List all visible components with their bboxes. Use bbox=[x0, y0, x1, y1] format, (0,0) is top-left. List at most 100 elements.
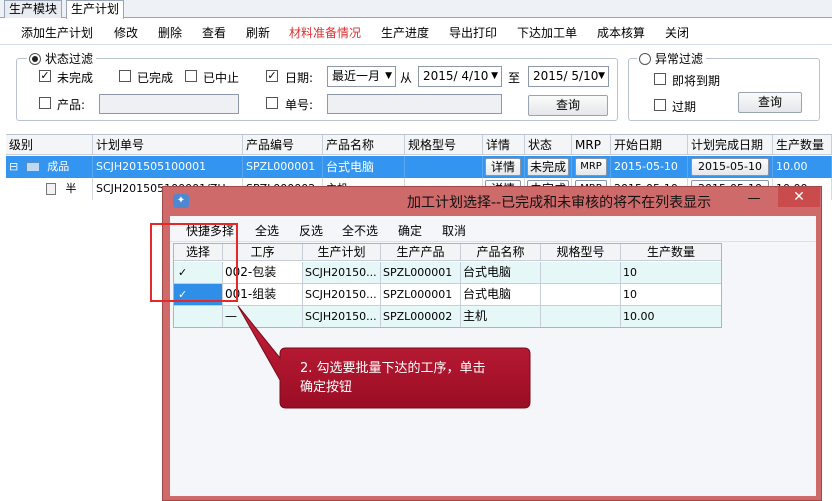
date-range-value: 最近一月 bbox=[332, 69, 381, 83]
chevron-down-icon: ▼ bbox=[598, 71, 605, 81]
date-to-picker[interactable]: 2015/ 5/10 ▼ bbox=[528, 66, 609, 87]
product-name-cell: 台式电脑 bbox=[461, 262, 541, 283]
status-filter-group: 状态过滤 ✓ 未完成 已完成 已中止 ✓ 日期: 最近一月 ▼ 从 2015/ … bbox=[16, 50, 618, 121]
abnormal-filter-legend: 异常过滤 bbox=[637, 50, 707, 67]
col-finish-date[interactable]: 计划完成日期 bbox=[688, 135, 773, 155]
callout-text-line1: 2. 勾选要批量下达的工序，单击 bbox=[300, 360, 486, 376]
col-product-no[interactable]: 产品编号 bbox=[243, 135, 323, 155]
level-text: 成品 bbox=[47, 160, 70, 173]
col-detail[interactable]: 详情 bbox=[483, 135, 525, 155]
edit-button[interactable]: 修改 bbox=[114, 24, 138, 41]
product-name-cell: 主机 bbox=[461, 306, 541, 327]
tab-production-module[interactable]: 生产模块 bbox=[4, 0, 63, 18]
abnormal-filter-group: 异常过滤 即将到期 过期 查询 bbox=[628, 50, 820, 121]
status-query-button[interactable]: 查询 bbox=[528, 95, 608, 116]
product-label: 产品: bbox=[57, 98, 86, 112]
qty-cell: 10 bbox=[623, 288, 637, 301]
close-icon[interactable]: ✕ bbox=[778, 187, 820, 207]
level-text: 半 bbox=[65, 182, 77, 195]
abnormal-query-button[interactable]: 查询 bbox=[738, 92, 802, 113]
col-status[interactable]: 状态 bbox=[525, 135, 572, 155]
abnormal-filter-radio[interactable] bbox=[639, 52, 651, 65]
unfinished-checkbox[interactable]: ✓ bbox=[39, 70, 51, 82]
select-all-button[interactable]: 全选 bbox=[255, 222, 279, 239]
status-filter-radio[interactable] bbox=[29, 52, 41, 65]
product-checkbox[interactable] bbox=[39, 97, 51, 109]
col-level[interactable]: 级别 bbox=[6, 135, 93, 155]
dialog-title-bar[interactable]: ✦ 加工计划选择--已完成和未审核的将不在列表显示 — ✕ bbox=[163, 187, 821, 215]
abnormal-filter-title: 异常过滤 bbox=[655, 52, 704, 66]
col-plan-no[interactable]: 计划单号 bbox=[93, 135, 243, 155]
mrp-button[interactable]: MRP bbox=[575, 158, 607, 176]
due-soon-checkbox[interactable] bbox=[654, 73, 666, 85]
app-icon: ✦ bbox=[173, 194, 189, 208]
overdue-checkbox[interactable] bbox=[654, 99, 666, 111]
date-label: 日期: bbox=[285, 71, 314, 85]
cancel-button[interactable]: 取消 bbox=[442, 222, 466, 239]
chevron-down-icon: ▼ bbox=[491, 71, 498, 81]
callout-text-line2: 确定按钮 bbox=[300, 380, 352, 395]
col-qty[interactable]: 生产数量 bbox=[773, 135, 832, 155]
status-cell: 未完成 bbox=[525, 156, 572, 178]
col-product-name[interactable]: 产品名称 bbox=[461, 244, 541, 261]
stopped-checkbox[interactable] bbox=[185, 70, 197, 82]
close-button[interactable]: 关闭 bbox=[665, 24, 689, 41]
tab-production-plan[interactable]: 生产计划 bbox=[66, 0, 125, 19]
product-name-cell: 台式电脑 bbox=[323, 156, 405, 178]
table-row[interactable]: ✓ 002-包装 SCJH20150... SPZL000001 台式电脑 10 bbox=[174, 262, 721, 284]
level-cell: ⊟ 成品 bbox=[6, 156, 93, 178]
plan-cell: SCJH20150... bbox=[303, 306, 381, 327]
cost-accounting-button[interactable]: 成本核算 bbox=[597, 24, 645, 41]
export-print-button[interactable]: 导出打印 bbox=[449, 24, 497, 41]
delete-button[interactable]: 删除 bbox=[158, 24, 182, 41]
table-row[interactable]: ✓ 001-组装 SCJH20150... SPZL000001 台式电脑 10 bbox=[174, 284, 721, 306]
annotation-callout: 2. 勾选要批量下达的工序，单击 确定按钮 bbox=[237, 305, 531, 409]
finish-date-cell: 2015-05-10 bbox=[688, 156, 773, 178]
overdue-label: 过期 bbox=[672, 100, 697, 114]
col-qty[interactable]: 生产数量 bbox=[621, 244, 721, 261]
mrp-cell: MRP bbox=[572, 156, 611, 178]
select-checkbox[interactable] bbox=[174, 306, 223, 327]
confirm-button[interactable]: 确定 bbox=[398, 222, 422, 239]
status-button[interactable]: 未完成 bbox=[527, 158, 569, 176]
col-product[interactable]: 生产产品 bbox=[381, 244, 461, 261]
finished-checkbox[interactable] bbox=[119, 70, 131, 82]
stopped-label: 已中止 bbox=[203, 71, 240, 85]
issue-work-order-button[interactable]: 下达加工单 bbox=[517, 24, 577, 41]
table-row[interactable]: ⊟ 成品 SCJH201505100001 SPZL000001 台式电脑 详情… bbox=[6, 156, 832, 178]
table-row[interactable]: — SCJH20150... SPZL000002 主机 10.00 bbox=[174, 306, 721, 328]
col-plan[interactable]: 生产计划 bbox=[303, 244, 381, 261]
col-spec[interactable]: 规格型号 bbox=[405, 135, 483, 155]
col-start-date[interactable]: 开始日期 bbox=[611, 135, 688, 155]
add-plan-button[interactable]: 添加生产计划 bbox=[21, 24, 93, 41]
product-no-cell: SPZL000001 bbox=[243, 156, 323, 178]
chevron-down-icon: ▼ bbox=[385, 71, 392, 81]
product-cell: SPZL000001 bbox=[381, 262, 461, 283]
col-product-name[interactable]: 产品名称 bbox=[323, 135, 405, 155]
spec-cell bbox=[541, 284, 621, 305]
select-none-button[interactable]: 全不选 bbox=[342, 222, 378, 239]
order-no-checkbox[interactable] bbox=[266, 97, 278, 109]
collapse-icon[interactable]: ⊟ bbox=[9, 160, 18, 173]
product-input[interactable] bbox=[99, 94, 239, 114]
folder-icon bbox=[25, 162, 40, 172]
dialog-toolbar: 快捷多择 全选 反选 全不选 确定 取消 bbox=[170, 216, 816, 242]
order-no-label: 单号: bbox=[285, 98, 314, 112]
order-no-input[interactable] bbox=[327, 94, 502, 114]
view-button[interactable]: 查看 bbox=[202, 24, 226, 41]
refresh-button[interactable]: 刷新 bbox=[246, 24, 270, 41]
date-range-select[interactable]: 最近一月 ▼ bbox=[327, 66, 396, 87]
date-checkbox[interactable]: ✓ bbox=[266, 70, 278, 82]
col-spec[interactable]: 规格型号 bbox=[541, 244, 621, 261]
col-mrp[interactable]: MRP bbox=[572, 135, 611, 155]
invert-selection-button[interactable]: 反选 bbox=[299, 222, 323, 239]
date-from-picker[interactable]: 2015/ 4/10 ▼ bbox=[418, 66, 502, 87]
process-grid: 选择 工序 生产计划 生产产品 产品名称 规格型号 生产数量 ✓ 002-包装 … bbox=[173, 243, 722, 328]
finish-date-button[interactable]: 2015-05-10 bbox=[691, 158, 769, 176]
document-icon bbox=[46, 183, 56, 195]
minimize-icon[interactable]: — bbox=[741, 191, 767, 209]
detail-button[interactable]: 详情 bbox=[485, 158, 521, 176]
dialog-title: 加工计划选择--已完成和未审核的将不在列表显示 bbox=[407, 195, 712, 211]
progress-button[interactable]: 生产进度 bbox=[381, 24, 429, 41]
material-status-button[interactable]: 材料准备情况 bbox=[289, 24, 361, 41]
